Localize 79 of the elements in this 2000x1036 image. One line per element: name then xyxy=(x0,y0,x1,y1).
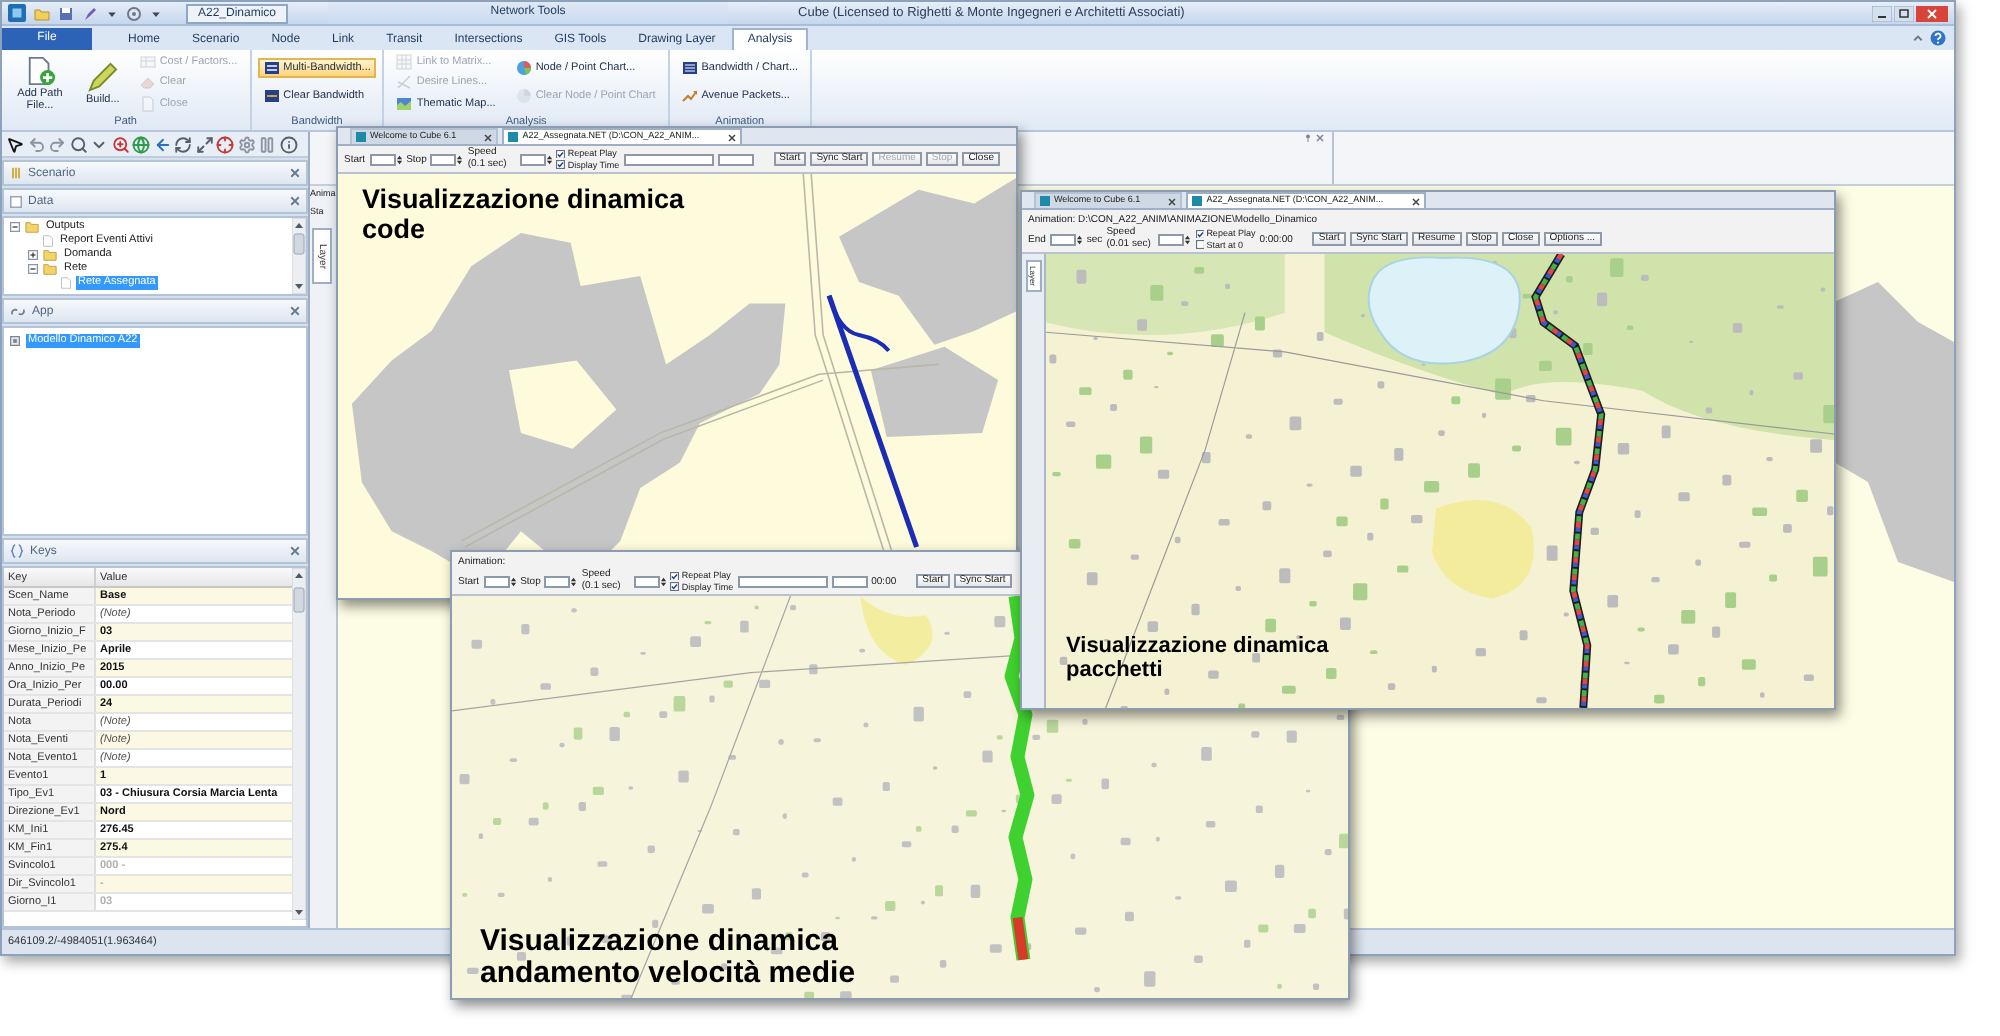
map-icon xyxy=(396,95,413,111)
minimize-icon[interactable] xyxy=(1872,5,1892,21)
square-icon xyxy=(1040,196,1050,206)
input-field[interactable] xyxy=(369,153,396,165)
eraser-icon xyxy=(139,74,156,90)
bandwidth-icon xyxy=(263,88,280,104)
box-icon xyxy=(10,335,20,345)
grid-icon xyxy=(396,53,413,69)
document-icon xyxy=(139,95,156,111)
pencil-icon xyxy=(87,61,118,91)
input-field[interactable] xyxy=(633,575,660,587)
redo-icon[interactable] xyxy=(48,135,66,153)
checkbox[interactable] xyxy=(1195,229,1205,238)
scrollbar[interactable] xyxy=(292,218,306,294)
close-icon[interactable] xyxy=(484,133,493,141)
link-icon xyxy=(10,305,26,317)
close-icon[interactable] xyxy=(1916,5,1948,21)
fit-icon[interactable] xyxy=(195,135,213,153)
checkbox[interactable] xyxy=(556,160,566,169)
pie-chart-icon xyxy=(515,88,532,104)
input-field[interactable] xyxy=(1158,233,1185,245)
pointer-icon[interactable] xyxy=(6,135,24,153)
table-icon xyxy=(139,53,156,69)
checkbox[interactable] xyxy=(670,582,680,591)
expander-icon[interactable] xyxy=(10,222,20,232)
lines-icon xyxy=(396,74,413,90)
braces-icon xyxy=(10,544,24,558)
settings-icon[interactable] xyxy=(237,135,255,153)
caret-icon[interactable] xyxy=(106,7,118,19)
pause-icon[interactable] xyxy=(258,135,276,153)
refresh-icon[interactable] xyxy=(174,135,192,153)
map-caption: Visualizzazione dinamica pacchetti xyxy=(1066,634,1331,682)
globe-icon[interactable] xyxy=(132,135,150,153)
input-field[interactable] xyxy=(717,153,754,165)
square-icon xyxy=(508,132,519,142)
bandwidth-icon xyxy=(263,60,280,76)
document-icon xyxy=(60,276,72,290)
input-field[interactable] xyxy=(623,153,714,165)
expander-icon[interactable] xyxy=(28,264,38,274)
close-icon[interactable] xyxy=(1411,197,1420,205)
brush-icon[interactable] xyxy=(82,5,98,21)
bandwidth-icon xyxy=(681,60,698,76)
save-icon[interactable] xyxy=(58,5,74,21)
zoom-in-icon[interactable] xyxy=(111,135,129,153)
checkbox[interactable] xyxy=(556,149,566,158)
expander-icon[interactable] xyxy=(28,250,38,260)
file-add-icon xyxy=(25,55,55,85)
input-field[interactable] xyxy=(483,575,510,587)
help-icon[interactable] xyxy=(1930,30,1946,46)
app-icon[interactable] xyxy=(8,4,26,22)
crosshair-icon[interactable] xyxy=(216,135,234,153)
chevron-up-icon[interactable] xyxy=(1912,32,1924,44)
info-icon[interactable] xyxy=(279,135,297,153)
gear-icon[interactable] xyxy=(126,5,142,21)
maximize-icon[interactable] xyxy=(1894,5,1914,21)
search-icon[interactable] xyxy=(69,135,87,153)
input-field[interactable] xyxy=(1049,233,1076,245)
map-caption: Visualizzazione dinamica code xyxy=(362,184,687,244)
scrollbar[interactable] xyxy=(292,568,306,920)
caret-icon[interactable] xyxy=(150,7,162,19)
square-icon xyxy=(1192,196,1203,206)
input-field[interactable] xyxy=(519,153,546,165)
map-caption: Visualizzazione dinamica andamento velocità medie xyxy=(480,926,858,990)
checkbox[interactable] xyxy=(1195,240,1205,249)
input-field[interactable] xyxy=(544,575,571,587)
trend-arrow-icon xyxy=(681,88,698,104)
close-icon[interactable] xyxy=(1168,197,1177,205)
checkbox[interactable] xyxy=(670,571,680,580)
input-field[interactable] xyxy=(430,153,457,165)
close-icon[interactable] xyxy=(727,133,736,141)
input-field[interactable] xyxy=(831,575,868,587)
pie-chart-icon xyxy=(515,60,532,76)
input-field[interactable] xyxy=(737,575,828,587)
square-icon xyxy=(356,132,366,142)
bars-icon xyxy=(10,166,22,180)
square-icon xyxy=(10,195,22,207)
document-icon xyxy=(42,234,54,248)
arrow-left-icon[interactable] xyxy=(153,135,171,153)
pin-icon[interactable] xyxy=(1304,134,1312,142)
